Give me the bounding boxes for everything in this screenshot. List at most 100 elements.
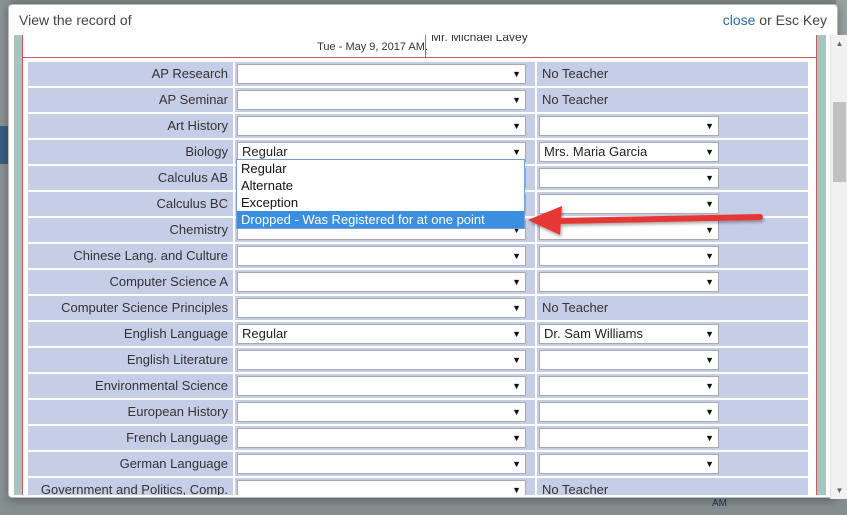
teacher-select[interactable]: ▼ [539, 246, 719, 266]
info-row: Tue - May 9, 2017 AM. Mr. Michael Lavey [23, 35, 816, 58]
teacher-cell: ▼ [537, 270, 808, 294]
scroll-up-arrow-icon[interactable]: ▲ [831, 35, 847, 52]
status-dropdown-list[interactable]: Regular Alternate Exception Dropped - Was R… [236, 159, 525, 229]
status-select[interactable]: ▼ [237, 454, 526, 474]
course-name: English Literature [28, 348, 233, 372]
dropdown-arrow-icon: ▼ [512, 121, 521, 131]
close-link[interactable]: close [723, 12, 756, 28]
status-select[interactable]: ▼ [237, 480, 526, 495]
status-select[interactable]: ▼ [237, 376, 526, 396]
course-name: Biology [28, 140, 233, 164]
dropdown-arrow-icon: ▼ [705, 147, 714, 157]
dropdown-arrow-icon: ▼ [705, 355, 714, 365]
dropdown-arrow-icon: ▼ [512, 485, 521, 495]
record-frame: Tue - May 9, 2017 AM. Mr. Michael Lavey … [14, 35, 826, 495]
no-teacher-text: No Teacher [542, 66, 609, 81]
status-select[interactable]: ▼ [237, 428, 526, 448]
status-cell: ▼ [235, 244, 535, 268]
status-cell: ▼ [235, 374, 535, 398]
dropdown-arrow-icon: ▼ [512, 459, 521, 469]
status-cell: ▼ [235, 452, 535, 476]
dropdown-arrow-icon: ▼ [705, 251, 714, 261]
teacher-select-value: Dr. Sam Williams [544, 326, 643, 341]
status-select[interactable]: ▼ [237, 272, 526, 292]
scroll-down-arrow-icon[interactable]: ▼ [831, 482, 847, 499]
teacher-cell: ▼ [537, 244, 808, 268]
dropdown-arrow-icon: ▼ [705, 173, 714, 183]
teacher-select[interactable]: Dr. Sam Williams ▼ [539, 324, 719, 344]
dropdown-arrow-icon: ▼ [512, 407, 521, 417]
dropdown-arrow-icon: ▼ [512, 355, 521, 365]
dropdown-option[interactable]: Dropped - Was Registered for at one poin… [237, 211, 524, 228]
teacher-cell: ▼ [537, 452, 808, 476]
course-name: European History [28, 400, 233, 424]
teacher-select[interactable]: ▼ [539, 376, 719, 396]
background-footer-text: AM [712, 498, 727, 509]
course-name: Chemistry [28, 218, 233, 242]
teacher-cell: No Teacher [537, 88, 808, 112]
dropdown-arrow-icon: ▼ [512, 303, 521, 313]
status-cell: ▼ [235, 270, 535, 294]
table-row: Computer Science A ▼ ▼ [28, 270, 808, 294]
teacher-cell: ▼ [537, 166, 808, 190]
dropdown-arrow-icon: ▼ [512, 277, 521, 287]
table-row: AP Research ▼ No Teacher [28, 62, 808, 86]
dropdown-arrow-icon: ▼ [705, 407, 714, 417]
dropdown-arrow-icon: ▼ [512, 95, 521, 105]
annotation-arrow-icon [528, 206, 763, 235]
status-cell: ▼ [235, 478, 535, 495]
dropdown-arrow-icon: ▼ [512, 329, 521, 339]
teacher-select[interactable]: ▼ [539, 402, 719, 422]
course-name: Calculus AB [28, 166, 233, 190]
status-select[interactable]: ▼ [237, 90, 526, 110]
status-select[interactable]: ▼ [237, 298, 526, 318]
status-select[interactable]: ▼ [237, 246, 526, 266]
teacher-cell: No Teacher [537, 62, 808, 86]
dropdown-arrow-icon: ▼ [512, 433, 521, 443]
table-row: German Language ▼ ▼ [28, 452, 808, 476]
table-row: English Language Regular ▼ Dr. Sam Williams… [28, 322, 808, 346]
status-cell: ▼ [235, 296, 535, 320]
table-row: Government and Politics, Comp. ▼ No Teache… [28, 478, 808, 495]
dropdown-option[interactable]: Exception [237, 194, 524, 211]
dropdown-arrow-icon: ▼ [705, 277, 714, 287]
teacher-select[interactable]: ▼ [539, 272, 719, 292]
teacher-select-value: Mrs. Maria Garcia [544, 144, 648, 159]
teacher-select[interactable]: Mrs. Maria Garcia ▼ [539, 142, 719, 162]
teacher-cell: No Teacher [537, 478, 808, 495]
table-row: French Language ▼ ▼ [28, 426, 808, 450]
dropdown-arrow-icon: ▼ [512, 381, 521, 391]
status-cell: ▼ [235, 400, 535, 424]
course-name: AP Seminar [28, 88, 233, 112]
status-cell: ▼ [235, 88, 535, 112]
status-select[interactable]: ▼ [237, 402, 526, 422]
dropdown-arrow-icon: ▼ [705, 381, 714, 391]
teacher-select[interactable]: ▼ [539, 454, 719, 474]
table-row: Art History ▼ ▼ [28, 114, 808, 138]
status-select[interactable]: Regular ▼ [237, 324, 526, 344]
dropdown-option[interactable]: Alternate [237, 177, 524, 194]
teacher-select[interactable]: ▼ [539, 350, 719, 370]
table-row: Chinese Lang. and Culture ▼ ▼ [28, 244, 808, 268]
scroll-thumb[interactable] [833, 102, 846, 182]
teacher-select[interactable]: ▼ [539, 428, 719, 448]
teacher-select[interactable]: ▼ [539, 168, 719, 188]
dropdown-option[interactable]: Regular [237, 160, 524, 177]
status-select[interactable]: ▼ [237, 350, 526, 370]
course-name: Government and Politics, Comp. [28, 478, 233, 495]
record-content: Tue - May 9, 2017 AM. Mr. Michael Lavey … [22, 35, 817, 495]
teacher-cell: ▼ [537, 114, 808, 138]
teacher-cell: ▼ [537, 400, 808, 424]
table-row: Computer Science Principles ▼ No Teacher [28, 296, 808, 320]
record-date: Tue - May 9, 2017 AM. [317, 41, 428, 53]
course-name: Art History [28, 114, 233, 138]
dropdown-arrow-icon: ▼ [512, 251, 521, 261]
course-name: Environmental Science [28, 374, 233, 398]
teacher-select[interactable]: ▼ [539, 116, 719, 136]
status-select[interactable]: ▼ [237, 116, 526, 136]
no-teacher-text: No Teacher [542, 300, 609, 315]
status-select[interactable]: ▼ [237, 64, 526, 84]
dropdown-arrow-icon: ▼ [705, 433, 714, 443]
table-row: European History ▼ ▼ [28, 400, 808, 424]
modal-scrollbar[interactable]: ▲ ▼ [830, 35, 847, 499]
